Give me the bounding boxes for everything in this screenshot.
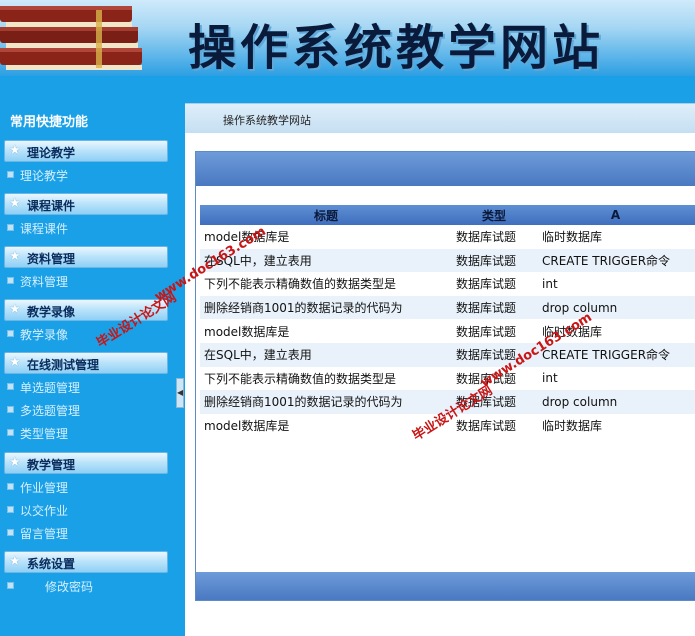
menu-group-settings[interactable]: ★ 系统设置 <box>4 551 168 573</box>
table-header-row: 标题 类型 A <box>200 205 695 225</box>
star-icon: ★ <box>9 196 21 211</box>
menu-group-online-test[interactable]: ★ 在线测试管理 <box>4 352 168 374</box>
star-icon: ★ <box>9 302 21 317</box>
table-row[interactable]: 在SQL中，建立表用 数据库试题 CREATE TRIGGER命令 <box>200 342 695 367</box>
column-header-type: 类型 <box>452 205 536 225</box>
star-icon: ★ <box>9 143 21 158</box>
square-bullet-icon <box>7 429 14 436</box>
square-bullet-icon <box>7 330 14 337</box>
column-header-title: 标题 <box>200 205 452 225</box>
table-row[interactable]: 删除经销商1001的数据记录的代码为 数据库试题 drop column <box>200 295 695 320</box>
star-icon: ★ <box>9 554 21 569</box>
square-bullet-icon <box>7 171 14 178</box>
square-bullet-icon <box>7 483 14 490</box>
star-icon: ★ <box>9 455 21 470</box>
square-bullet-icon <box>7 277 14 284</box>
arrow-left-icon: ◀ <box>177 388 184 397</box>
menu-group-materials[interactable]: ★ 资料管理 <box>4 246 168 268</box>
sidebar-heading: 常用快捷功能 <box>10 115 89 130</box>
square-bullet-icon <box>7 582 14 589</box>
menu-group-teaching[interactable]: ★ 教学管理 <box>4 452 168 474</box>
panel-footer-bar <box>196 572 695 600</box>
sidebar-collapse-toggle[interactable]: ◀ <box>176 378 184 408</box>
star-icon: ★ <box>9 355 21 370</box>
table-row[interactable]: model数据库是 数据库试题 临时数据库 <box>200 225 695 249</box>
main-content: 操作系统教学网站 标题 类型 A model数据库是 数据库试题 临时数据库 在… <box>185 103 695 636</box>
square-bullet-icon <box>7 383 14 390</box>
square-bullet-icon <box>7 529 14 536</box>
site-title: 操作系统教学网站 <box>188 20 605 76</box>
table-row[interactable]: model数据库是 数据库试题 临时数据库 <box>200 319 695 343</box>
table-row[interactable]: 下列不能表示精确数值的数据类型是 数据库试题 int <box>200 367 695 391</box>
menu-group-theory[interactable]: ★ 理论教学 <box>4 140 168 162</box>
panel-header-bar <box>196 152 695 186</box>
table-row[interactable]: 下列不能表示精确数值的数据类型是 数据库试题 int <box>200 272 695 296</box>
square-bullet-icon <box>7 506 14 513</box>
table-row[interactable]: 在SQL中，建立表用 数据库试题 CREATE TRIGGER命令 <box>200 248 695 273</box>
column-header-option-a: A <box>536 205 695 225</box>
star-icon: ★ <box>9 249 21 264</box>
header-banner: 操作系统教学网站 <box>0 0 695 76</box>
books-logo-icon <box>0 6 142 70</box>
breadcrumb: 操作系统教学网站 <box>185 103 695 133</box>
square-bullet-icon <box>7 224 14 231</box>
square-bullet-icon <box>7 406 14 413</box>
menu-group-courseware[interactable]: ★ 课程课件 <box>4 193 168 215</box>
